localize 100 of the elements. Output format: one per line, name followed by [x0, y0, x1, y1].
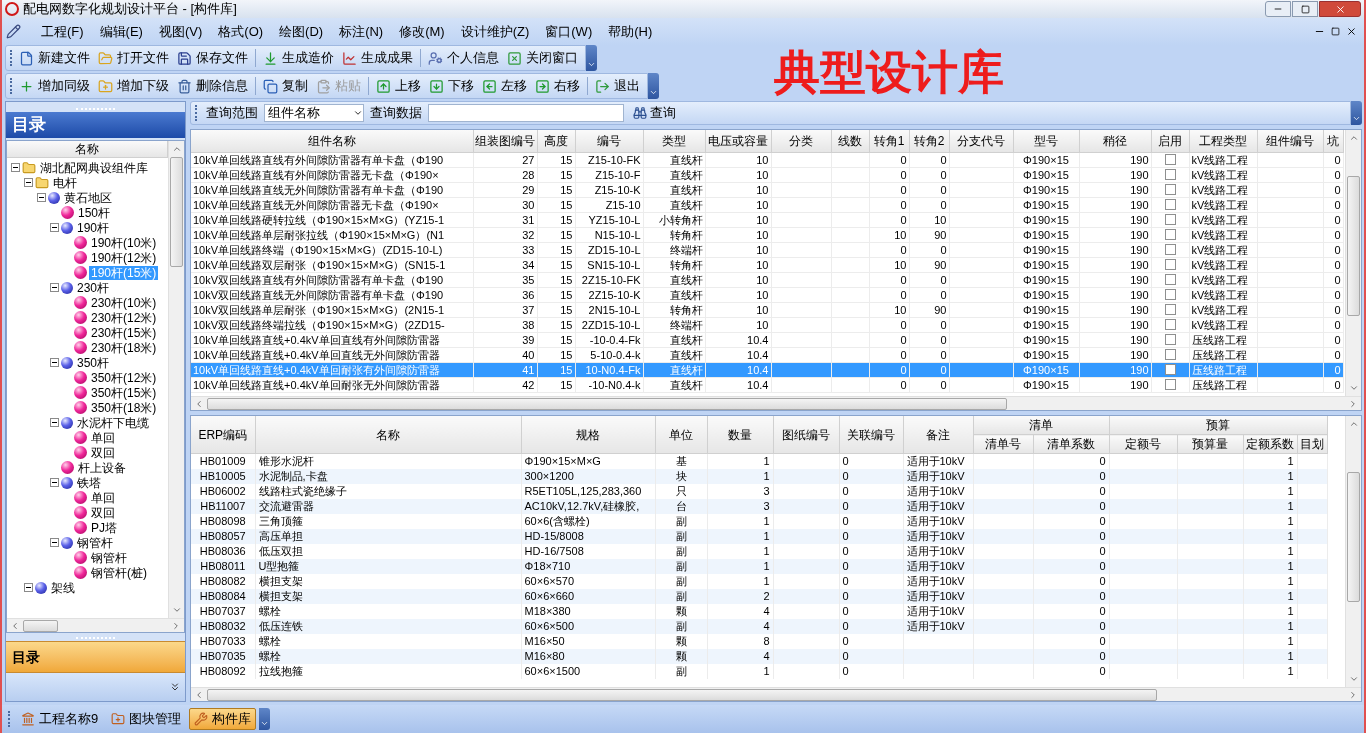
checkbox[interactable]: [1164, 199, 1176, 210]
toolbar-button[interactable]: 生成造价: [259, 47, 338, 69]
toolbar-options-button[interactable]: [259, 708, 271, 730]
column-header[interactable]: 数量: [707, 416, 773, 454]
checkbox[interactable]: [1164, 244, 1176, 255]
scroll-right-icon[interactable]: [1348, 398, 1358, 409]
scroll-right-icon[interactable]: [1348, 689, 1358, 700]
column-header[interactable]: 型号: [1013, 130, 1079, 152]
tree-item[interactable]: 150杆: [76, 205, 113, 220]
scope-dropdown[interactable]: 组件名称: [264, 104, 364, 122]
menu-item[interactable]: 格式(O): [210, 21, 272, 42]
scroll-down-icon[interactable]: [1348, 674, 1359, 684]
collapse-icon[interactable]: [24, 583, 33, 592]
toolbar-button[interactable]: 右移: [531, 75, 584, 97]
toolbar-grip[interactable]: [8, 711, 11, 727]
tree-item[interactable]: 350杆: [75, 355, 112, 370]
column-header[interactable]: 坑: [1323, 130, 1343, 152]
checkbox[interactable]: [1164, 289, 1176, 300]
tree-item[interactable]: 双回: [89, 505, 117, 520]
column-header[interactable]: 转角2: [909, 130, 949, 152]
tree-item[interactable]: 水泥杆下电缆: [75, 415, 151, 430]
collapse-icon[interactable]: [50, 223, 59, 232]
checkbox[interactable]: [1164, 214, 1176, 225]
column-header[interactable]: 单位: [655, 416, 707, 454]
window-tab[interactable]: 图块管理: [106, 708, 187, 730]
toolbar-button[interactable]: 个人信息: [424, 47, 503, 69]
scrollbar-thumb[interactable]: [1347, 472, 1360, 602]
column-header[interactable]: 稍径: [1079, 130, 1151, 152]
checkbox[interactable]: [1164, 349, 1176, 360]
column-header[interactable]: 组件编号: [1257, 130, 1323, 152]
scrollbar-thumb[interactable]: [1347, 176, 1360, 316]
tree-item[interactable]: 杆上设备: [76, 460, 128, 475]
checkbox[interactable]: [1164, 319, 1176, 330]
checkbox[interactable]: [1164, 259, 1176, 270]
scrollbar-thumb[interactable]: [170, 157, 183, 267]
vertical-scrollbar[interactable]: [168, 141, 184, 618]
maximize-button[interactable]: [1292, 1, 1318, 17]
toolbar-button[interactable]: 退出: [591, 75, 644, 97]
tree-item[interactable]: 230杆(10米): [89, 295, 159, 310]
scroll-left-icon[interactable]: [194, 689, 204, 700]
menu-item[interactable]: 帮助(H): [600, 21, 661, 42]
checkbox[interactable]: [1164, 184, 1176, 195]
column-header[interactable]: 启用: [1151, 130, 1189, 152]
vertical-scrollbar[interactable]: [1345, 416, 1361, 687]
column-header[interactable]: 类型: [643, 130, 705, 152]
toolbar-button[interactable]: 增加下级: [94, 75, 173, 97]
column-header[interactable]: 组装图编号: [473, 130, 537, 152]
tree-item[interactable]: 350杆(18米): [89, 400, 159, 415]
menu-item[interactable]: 窗口(W): [537, 21, 601, 42]
column-header[interactable]: 分类: [771, 130, 831, 152]
checkbox[interactable]: [1164, 154, 1176, 165]
scroll-right-icon[interactable]: [171, 620, 181, 631]
tree-item[interactable]: 双回: [89, 445, 117, 460]
toolbar-options-button[interactable]: [1351, 101, 1362, 125]
horizontal-scrollbar[interactable]: [7, 618, 184, 632]
checkbox[interactable]: [1164, 169, 1176, 180]
menu-item[interactable]: 工程(F): [33, 21, 92, 42]
toolbar-options-button[interactable]: [586, 45, 597, 71]
tree-item[interactable]: 铁塔: [75, 475, 103, 490]
toolbar-button[interactable]: 打开文件: [94, 47, 173, 69]
vertical-scrollbar[interactable]: [1345, 130, 1361, 396]
toolbar-button[interactable]: 新建文件: [15, 47, 94, 69]
toolbar-button[interactable]: 复制: [259, 75, 312, 97]
collapse-icon[interactable]: [24, 178, 33, 187]
toolbar-grip[interactable]: [10, 50, 13, 66]
checkbox[interactable]: [1164, 364, 1176, 375]
column-header[interactable]: 名称: [255, 416, 521, 454]
tree-item[interactable]: 钢管杆: [75, 535, 115, 550]
tree-item[interactable]: 230杆: [75, 280, 112, 295]
scroll-down-icon[interactable]: [171, 605, 182, 615]
menu-item[interactable]: 修改(M): [391, 21, 453, 42]
search-button[interactable]: 查询: [630, 103, 679, 123]
scroll-up-icon[interactable]: [1348, 133, 1359, 143]
toolbar-options-button[interactable]: [648, 73, 659, 99]
checkbox[interactable]: [1164, 304, 1176, 315]
scrollbar-thumb[interactable]: [23, 619, 58, 632]
tree-item[interactable]: 350杆(12米): [89, 370, 159, 385]
column-header[interactable]: 备注: [903, 416, 973, 454]
tree-item[interactable]: 230杆(18米): [89, 340, 159, 355]
horizontal-scrollbar[interactable]: [191, 396, 1361, 410]
tree-item[interactable]: PJ塔: [89, 520, 119, 535]
menu-item[interactable]: 绘图(D): [271, 21, 332, 42]
collapse-icon[interactable]: [11, 163, 20, 172]
toolbar-button[interactable]: 生成成果: [338, 47, 417, 69]
tree-item[interactable]: 电杆: [51, 175, 79, 190]
column-header[interactable]: 转角1: [869, 130, 909, 152]
tree-item[interactable]: 190杆: [75, 220, 112, 235]
chevrons-icon[interactable]: [169, 681, 181, 693]
column-header[interactable]: 组件名称: [191, 130, 473, 152]
collapse-icon[interactable]: [50, 358, 59, 367]
tree-item[interactable]: 单回: [89, 430, 117, 445]
checkbox[interactable]: [1164, 274, 1176, 285]
toolbar-button[interactable]: 下移: [425, 75, 478, 97]
minimize-button[interactable]: [1265, 1, 1291, 17]
column-header[interactable]: 名称: [7, 141, 168, 158]
scroll-left-icon[interactable]: [10, 620, 20, 631]
collapse-icon[interactable]: [50, 283, 59, 292]
column-header[interactable]: 线数: [831, 130, 869, 152]
toolbar-grip[interactable]: [195, 105, 198, 121]
close-button[interactable]: [1319, 1, 1361, 17]
